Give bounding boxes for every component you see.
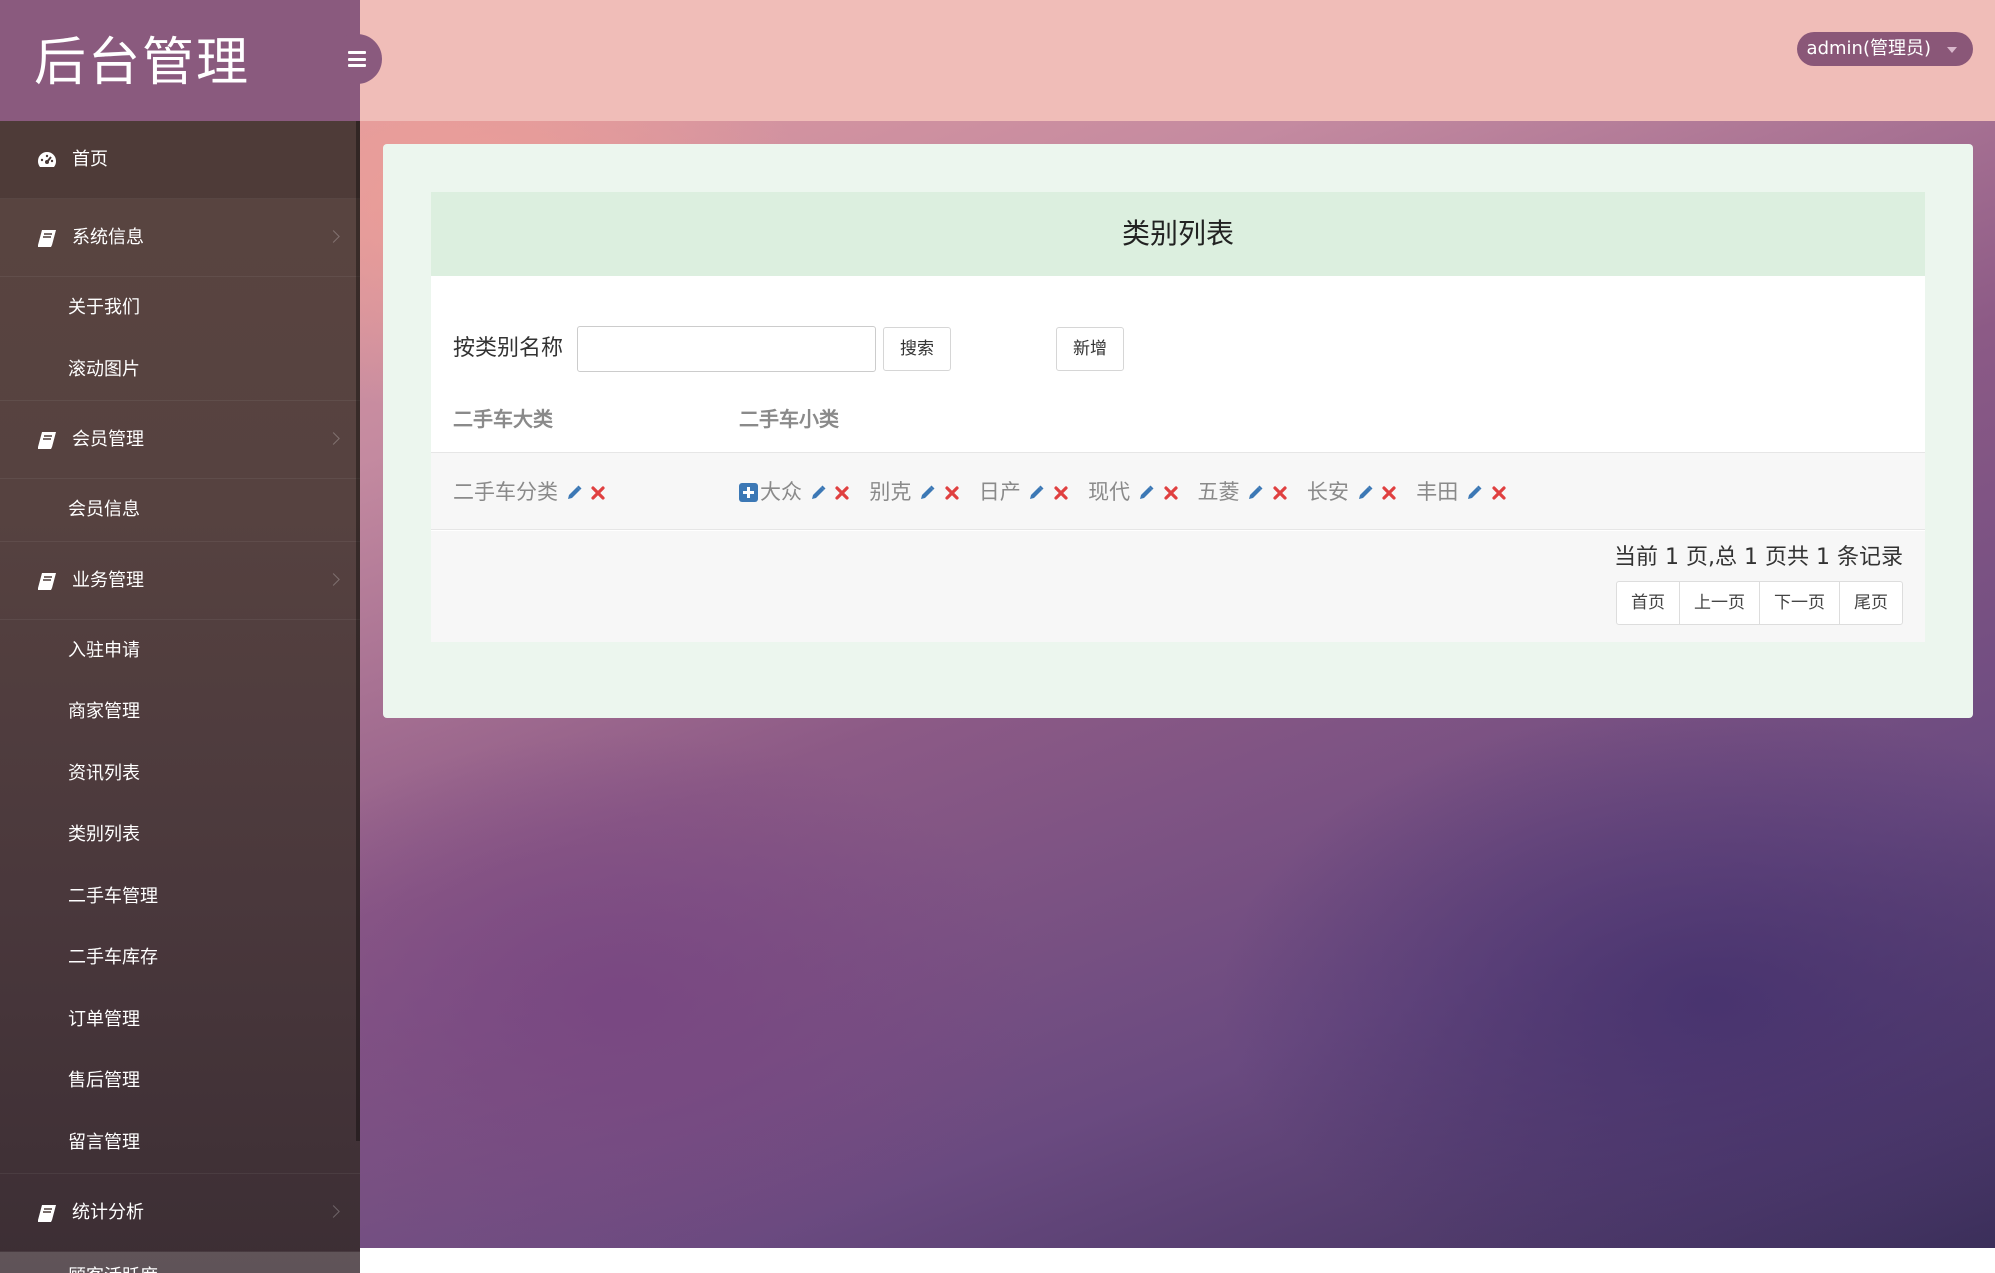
subcategory-tag: 别克 [869,475,960,509]
subcategory-name: 长安 [1306,480,1349,504]
sidebar-item-activity[interactable]: 顾客活跃度 [0,1252,360,1273]
subcategory-name: 日产 [978,480,1021,504]
sidebar-item-applications[interactable]: 入驻申请 [0,620,360,682]
chevron-right-icon [327,230,340,243]
page-next-button[interactable]: 下一页 [1759,581,1840,625]
pencil-icon[interactable] [565,484,583,502]
sidebar-scrollbar[interactable] [356,121,360,1141]
table-row: 二手车分类 大众 别克 日产 现代 五菱 长安 丰田 [431,452,1925,530]
sidebar-item-used-cars[interactable]: 二手车管理 [0,866,360,928]
sidebar-group-label: 统计分析 [72,1202,144,1223]
sidebar-item-about[interactable]: 关于我们 [0,277,360,339]
sidebar-item-slides[interactable]: 滚动图片 [0,339,360,401]
sidebar-toggle-button[interactable] [330,34,382,84]
times-icon[interactable] [1271,484,1289,502]
sidebar-subgroup-members: 会员信息 [0,479,360,542]
sidebar-item-orders[interactable]: 订单管理 [0,989,360,1051]
times-icon[interactable] [943,484,961,502]
times-icon[interactable] [1490,484,1508,502]
book-icon [38,572,56,590]
subcategory-name: 丰田 [1416,480,1459,504]
user-menu-button[interactable]: admin(管理员) [1796,32,1973,66]
sidebar-menu: 首页 系统信息 关于我们 滚动图片 会员管理 会员信息 业务管理 入驻申请 商家… [0,121,360,1273]
brand-title: 后台管理 [34,33,251,93]
times-icon[interactable] [1052,484,1070,502]
times-icon[interactable] [1162,484,1180,502]
sidebar-item-home[interactable]: 首页 [0,121,360,199]
pencil-icon[interactable] [1137,484,1155,502]
add-button[interactable]: 新增 [1056,327,1124,371]
sidebar-item-categories[interactable]: 类别列表 [0,804,360,866]
sidebar-item-label: 首页 [72,149,108,170]
card-title: 类别列表 [431,192,1925,276]
book-icon [38,432,56,449]
subcategory-name: 五菱 [1197,480,1240,504]
subcategory-tag: 大众 [760,475,851,509]
pagination: 首页 上一页 下一页 尾页 [1616,581,1903,625]
pencil-icon[interactable] [1465,484,1483,502]
sidebar-group-label: 业务管理 [72,569,144,591]
sidebar-item-merchants[interactable]: 商家管理 [0,681,360,743]
times-icon[interactable] [589,484,607,502]
pencil-icon[interactable] [1356,484,1374,502]
plus-square-icon[interactable] [739,483,758,502]
sidebar-item-news[interactable]: 资讯列表 [0,743,360,805]
bars-icon [348,51,366,67]
book-icon [38,1205,56,1222]
book-icon [38,230,56,247]
user-label: admin(管理员) [1806,38,1931,59]
search-input[interactable] [577,326,876,372]
pagination-area: 当前 1 页,总 1 页共 1 条记录 首页 上一页 下一页 尾页 [431,531,1925,642]
sidebar-group-stats[interactable]: 统计分析 [0,1174,360,1252]
subcategory-name: 别克 [869,480,912,504]
page-prev-button[interactable]: 上一页 [1679,581,1760,625]
subcategory-tag: 五菱 [1198,475,1289,509]
sidebar-group-system[interactable]: 系统信息 [0,199,360,277]
category-name: 二手车分类 [453,480,558,504]
pencil-icon[interactable] [1246,484,1264,502]
subcategory-cell: 大众 别克 日产 现代 五菱 长安 丰田 [739,475,1526,509]
chevron-right-icon [327,432,340,445]
brand: 后台管理 [0,0,360,121]
column-header-subcategory: 二手车小类 [739,407,839,431]
content-panel: 类别列表 按类别名称 搜索 新增 二手车大类 二手车小类 二手车分类 大众 别克… [383,144,1973,718]
sidebar-item-inventory[interactable]: 二手车库存 [0,927,360,989]
times-icon[interactable] [833,484,851,502]
subcategory-name: 现代 [1088,480,1131,504]
subcategory-tag: 日产 [979,475,1070,509]
sidebar-item-messages[interactable]: 留言管理 [0,1112,360,1174]
times-icon[interactable] [1380,484,1398,502]
sidebar-group-business[interactable]: 业务管理 [0,542,360,620]
chevron-right-icon [327,572,340,586]
search-label: 按类别名称 [453,336,564,361]
sidebar-group-label: 系统信息 [72,227,144,248]
pencil-icon[interactable] [918,484,936,502]
subcategory-tag: 现代 [1088,475,1179,509]
category-cell: 二手车分类 [453,475,607,509]
dashboard-icon [37,152,57,167]
page-first-button[interactable]: 首页 [1616,581,1680,625]
sidebar: 后台管理 首页 系统信息 关于我们 滚动图片 会员管理 会员信息 业务管理 入驻… [0,0,360,1273]
sidebar-subgroup-business: 入驻申请 商家管理 资讯列表 类别列表 二手车管理 二手车库存 订单管理 售后管… [0,620,360,1174]
sidebar-item-after-sales[interactable]: 售后管理 [0,1050,360,1112]
search-row: 按类别名称 搜索 新增 [453,326,1353,372]
top-bar: admin(管理员) [360,0,1995,121]
subcategory-name: 大众 [760,480,802,504]
pencil-icon[interactable] [809,484,827,502]
sidebar-group-members[interactable]: 会员管理 [0,401,360,479]
subcategory-tag: 长安 [1307,475,1398,509]
chevron-right-icon [327,1205,340,1218]
caret-down-icon [1947,47,1957,53]
sidebar-subgroup-system: 关于我们 滚动图片 [0,277,360,401]
sidebar-group-label: 会员管理 [72,429,144,450]
page-last-button[interactable]: 尾页 [1839,581,1903,625]
pagination-info: 当前 1 页,总 1 页共 1 条记录 [1614,545,1903,570]
sidebar-item-member-info[interactable]: 会员信息 [0,479,360,541]
column-header-category: 二手车大类 [453,407,553,431]
subcategory-tag: 丰田 [1416,475,1507,509]
search-button[interactable]: 搜索 [883,327,951,371]
pencil-icon[interactable] [1027,484,1045,502]
category-card: 类别列表 按类别名称 搜索 新增 二手车大类 二手车小类 二手车分类 大众 别克… [431,192,1925,642]
